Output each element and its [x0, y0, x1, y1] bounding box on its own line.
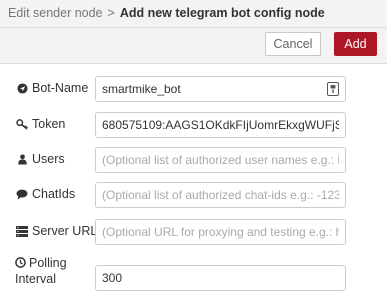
tray-toolbar: Cancel Add: [0, 28, 387, 64]
polling-label: Polling Interval: [15, 255, 67, 287]
serverurl-label-text: Server URL: [32, 224, 98, 238]
config-form: Bot-Name Token Users: [0, 64, 387, 300]
polling-interval-input[interactable]: [95, 265, 346, 291]
form-row-users: Users: [0, 147, 387, 173]
chatids-label: ChatIds: [15, 187, 75, 201]
robot-icon: [15, 81, 29, 95]
serverurl-label: Server URL: [15, 224, 97, 238]
breadcrumb-separator: >: [107, 6, 115, 20]
users-input[interactable]: [95, 147, 346, 173]
form-row-token: Token: [0, 112, 387, 138]
botname-label: Bot-Name: [15, 81, 88, 95]
form-row-polling: Polling Interval: [0, 255, 387, 295]
breadcrumb-parent[interactable]: Edit sender node: [8, 6, 103, 20]
chatids-input[interactable]: [95, 182, 346, 208]
form-row-serverurl: Server URL: [0, 219, 387, 245]
clock-icon: [15, 257, 29, 268]
cancel-button[interactable]: Cancel: [265, 32, 321, 56]
serverurl-input[interactable]: [95, 219, 346, 245]
users-label: Users: [15, 152, 65, 166]
form-row-chatids: ChatIds: [0, 182, 387, 208]
breadcrumb: Edit sender node > Add new telegram bot co…: [8, 6, 325, 20]
server-icon: [15, 224, 29, 238]
comment-icon: [15, 187, 29, 201]
polling-label-line2: Interval: [15, 272, 56, 286]
botname-input[interactable]: [95, 76, 346, 102]
token-label: Token: [15, 117, 65, 131]
form-row-botname: Bot-Name: [0, 76, 387, 102]
config-node-editor-tray: Edit sender node > Add new telegram bot co…: [0, 0, 387, 300]
token-label-text: Token: [32, 117, 66, 131]
users-label-text: Users: [32, 152, 65, 166]
breadcrumb-current: Add new telegram bot config node: [119, 6, 325, 20]
credential-lock-icon: [327, 82, 339, 96]
chatids-label-text: ChatIds: [32, 187, 76, 201]
add-button[interactable]: Add: [334, 32, 377, 56]
key-icon: [15, 117, 29, 131]
tray-header: Edit sender node > Add new telegram bot co…: [0, 0, 387, 28]
botname-label-text: Bot-Name: [32, 81, 89, 95]
polling-label-line1: Polling: [29, 256, 67, 270]
user-icon: [15, 152, 29, 166]
token-input[interactable]: [95, 112, 346, 138]
